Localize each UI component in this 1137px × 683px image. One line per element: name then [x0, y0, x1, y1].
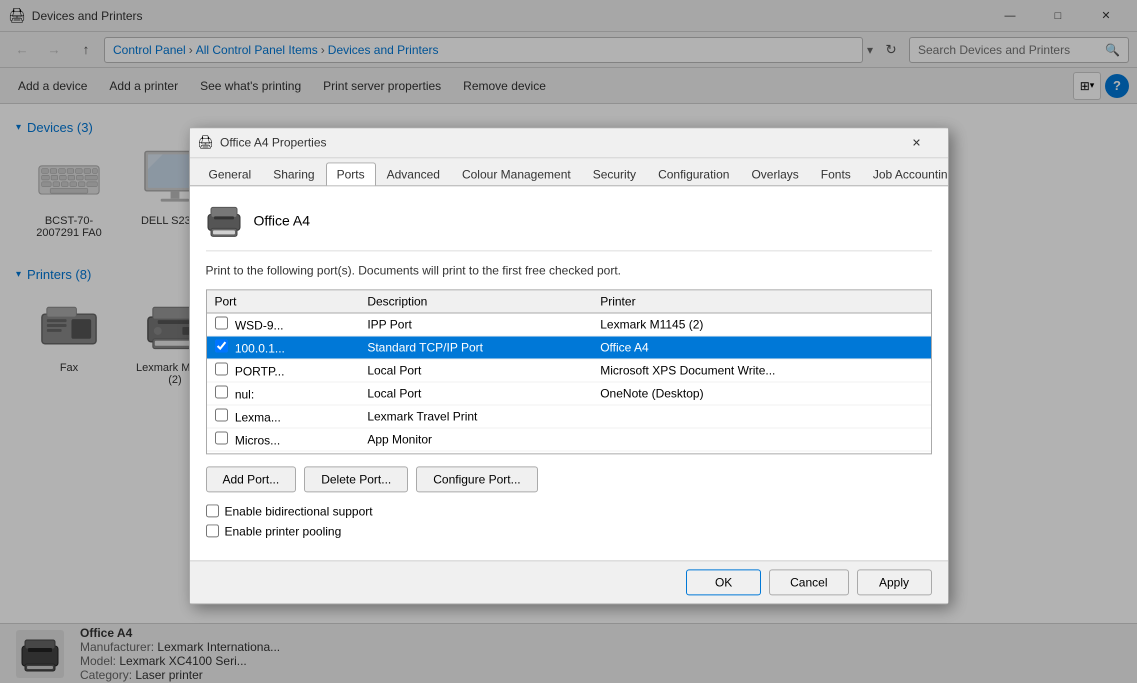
table-row[interactable]: Micros... App Monitor — [207, 450, 931, 454]
table-row[interactable]: WSD-9... IPP Port Lexmark M1145 (2) — [207, 312, 931, 335]
port-checkbox[interactable] — [215, 408, 228, 421]
tab-fonts[interactable]: Fonts — [810, 162, 862, 185]
ports-table: Port Description Printer WSD-9... IPP Po… — [207, 290, 931, 454]
dialog-titlebar: 🖨 Office A4 Properties ✕ — [190, 128, 948, 158]
port-cell: Lexma... — [207, 404, 360, 427]
port-cell: WSD-9... — [207, 312, 360, 335]
pooling-checkbox[interactable] — [206, 524, 219, 537]
port-cell: PORTP... — [207, 358, 360, 381]
cancel-button[interactable]: Cancel — [769, 569, 848, 595]
desc-cell: App Monitor — [359, 450, 592, 454]
configure-port-button[interactable]: Configure Port... — [416, 466, 537, 492]
tab-job-accounting[interactable]: Job Accounting — [862, 162, 948, 185]
table-row[interactable]: 100.0.1... Standard TCP/IP Port Office A… — [207, 335, 931, 358]
dialog-title: Office A4 Properties — [220, 135, 893, 149]
tab-general[interactable]: General — [198, 162, 263, 185]
table-row[interactable]: Micros... App Monitor — [207, 427, 931, 450]
port-cell: 100.0.1... — [207, 335, 360, 358]
port-cell: Micros... — [207, 427, 360, 450]
port-checkbox[interactable] — [215, 316, 228, 329]
desc-cell: Local Port — [359, 381, 592, 404]
apply-button[interactable]: Apply — [857, 569, 932, 595]
table-row[interactable]: Lexma... Lexmark Travel Print — [207, 404, 931, 427]
ports-table-container: Port Description Printer WSD-9... IPP Po… — [206, 289, 932, 454]
table-row[interactable]: PORTP... Local Port Microsoft XPS Docume… — [207, 358, 931, 381]
dialog-body: Office A4 Print to the following port(s)… — [190, 186, 948, 560]
bidirectional-checkbox[interactable] — [206, 504, 219, 517]
printer-cell — [592, 404, 930, 427]
dialog-actions: OK Cancel Apply — [190, 560, 948, 603]
desc-cell: App Monitor — [359, 427, 592, 450]
table-row[interactable]: nul: Local Port OneNote (Desktop) — [207, 381, 931, 404]
delete-port-button[interactable]: Delete Port... — [304, 466, 408, 492]
port-checkbox[interactable] — [215, 431, 228, 444]
desc-cell: IPP Port — [359, 312, 592, 335]
col-printer: Printer — [592, 290, 930, 313]
printer-cell: Microsoft XPS Document Write... — [592, 358, 930, 381]
port-cell: nul: — [207, 381, 360, 404]
tab-configuration[interactable]: Configuration — [647, 162, 740, 185]
dialog-titlebar-icon: 🖨 — [198, 134, 215, 150]
add-port-button[interactable]: Add Port... — [206, 466, 297, 492]
printer-cell — [592, 427, 930, 450]
port-checkbox[interactable] — [215, 339, 228, 352]
tab-overlays[interactable]: Overlays — [740, 162, 809, 185]
desc-cell: Standard TCP/IP Port — [359, 335, 592, 358]
bidirectional-row: Enable bidirectional support — [206, 504, 932, 518]
tab-security[interactable]: Security — [582, 162, 647, 185]
dialog-printer-icon — [206, 202, 242, 238]
port-checkbox[interactable] — [215, 362, 228, 375]
printer-cell: Office A4 — [592, 335, 930, 358]
port-buttons-row: Add Port... Delete Port... Configure Por… — [206, 466, 932, 492]
dialog-printer-name: Office A4 — [254, 212, 311, 228]
tab-sharing[interactable]: Sharing — [262, 162, 325, 185]
ok-button[interactable]: OK — [686, 569, 761, 595]
printer-properties-dialog: 🖨 Office A4 Properties ✕ General Sharing… — [189, 127, 949, 604]
tab-bar: General Sharing Ports Advanced Colour Ma… — [190, 158, 948, 186]
pooling-label: Enable printer pooling — [225, 524, 342, 538]
dialog-printer-header: Office A4 — [206, 202, 932, 251]
dialog-close-button[interactable]: ✕ — [894, 127, 940, 157]
col-description: Description — [359, 290, 592, 313]
dialog-description: Print to the following port(s). Document… — [206, 263, 932, 277]
port-cell: Micros... — [207, 450, 360, 454]
tab-colour-management[interactable]: Colour Management — [451, 162, 582, 185]
bidirectional-label: Enable bidirectional support — [225, 504, 373, 518]
pooling-row: Enable printer pooling — [206, 524, 932, 538]
port-checkbox[interactable] — [215, 385, 228, 398]
desc-cell: Lexmark Travel Print — [359, 404, 592, 427]
printer-cell — [592, 450, 930, 454]
printer-cell: Lexmark M1145 (2) — [592, 312, 930, 335]
tab-ports[interactable]: Ports — [326, 162, 376, 186]
desc-cell: Local Port — [359, 358, 592, 381]
printer-cell: OneNote (Desktop) — [592, 381, 930, 404]
col-port: Port — [207, 290, 360, 313]
tab-advanced[interactable]: Advanced — [376, 162, 451, 185]
